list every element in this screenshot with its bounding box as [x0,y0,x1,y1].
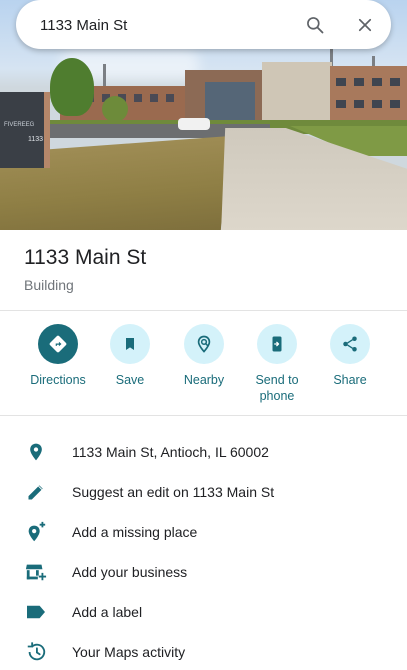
send-to-phone-label-line1: Send to [255,373,299,387]
place-title: 1133 Main St [24,246,147,269]
school-sign: FIVEREEG 1133 [0,92,50,168]
add-missing-place-text: Add a missing place [72,524,198,540]
action-bar: Directions Save Nearby Send to phone Sha… [0,324,407,410]
sign-text: FIVEREEG [4,122,35,128]
maps-activity-text: Your Maps activity [72,644,186,660]
add-missing-place-row[interactable]: Add a missing place [0,512,407,552]
add-label-row[interactable]: Add a label [0,592,407,632]
directions-button[interactable]: Directions [20,324,96,388]
directions-icon [38,324,78,364]
label-icon [24,600,48,624]
history-icon [24,640,48,664]
clear-search-button[interactable] [352,12,378,38]
suggest-edit-text: Suggest an edit on 1133 Main St [72,484,275,500]
send-to-phone-label-line2: phone [259,389,295,403]
search-icon [307,17,324,34]
save-label: Save [115,373,145,387]
share-icon [330,324,370,364]
directions-label: Directions [30,373,86,387]
sign-number: 1133 [28,136,44,143]
tree [50,58,94,116]
pencil-icon [24,480,48,504]
share-label: Share [333,373,367,387]
nearby-label: Nearby [183,373,225,387]
maps-activity-row[interactable]: Your Maps activity [0,632,407,670]
search-bar [16,0,391,49]
search-button[interactable] [302,12,328,38]
place-category: Building [24,277,74,293]
nearby-button[interactable]: Nearby [166,324,242,388]
building-wall [262,62,332,128]
add-label-text: Add a label [72,604,143,620]
nearby-icon [184,324,224,364]
location-pin-icon [24,440,48,464]
address-row[interactable]: 1133 Main St, Antioch, IL 60002 [0,432,407,472]
search-input[interactable] [40,14,290,36]
divider [0,310,407,311]
bookmark-icon [110,324,150,364]
suggest-edit-row[interactable]: Suggest an edit on 1133 Main St [0,472,407,512]
parked-car [178,118,210,130]
add-business-text: Add your business [72,564,188,580]
send-to-phone-button[interactable]: Send to phone [239,324,315,404]
address-text: 1133 Main St, Antioch, IL 60002 [72,444,269,460]
save-button[interactable]: Save [92,324,168,388]
add-place-icon [24,520,48,544]
add-business-icon [24,560,48,584]
bush [102,96,128,122]
share-button[interactable]: Share [312,324,388,388]
send-to-phone-icon [257,324,297,364]
divider [0,415,407,416]
building-right [330,66,407,126]
close-icon [358,18,372,32]
add-business-row[interactable]: Add your business [0,552,407,592]
